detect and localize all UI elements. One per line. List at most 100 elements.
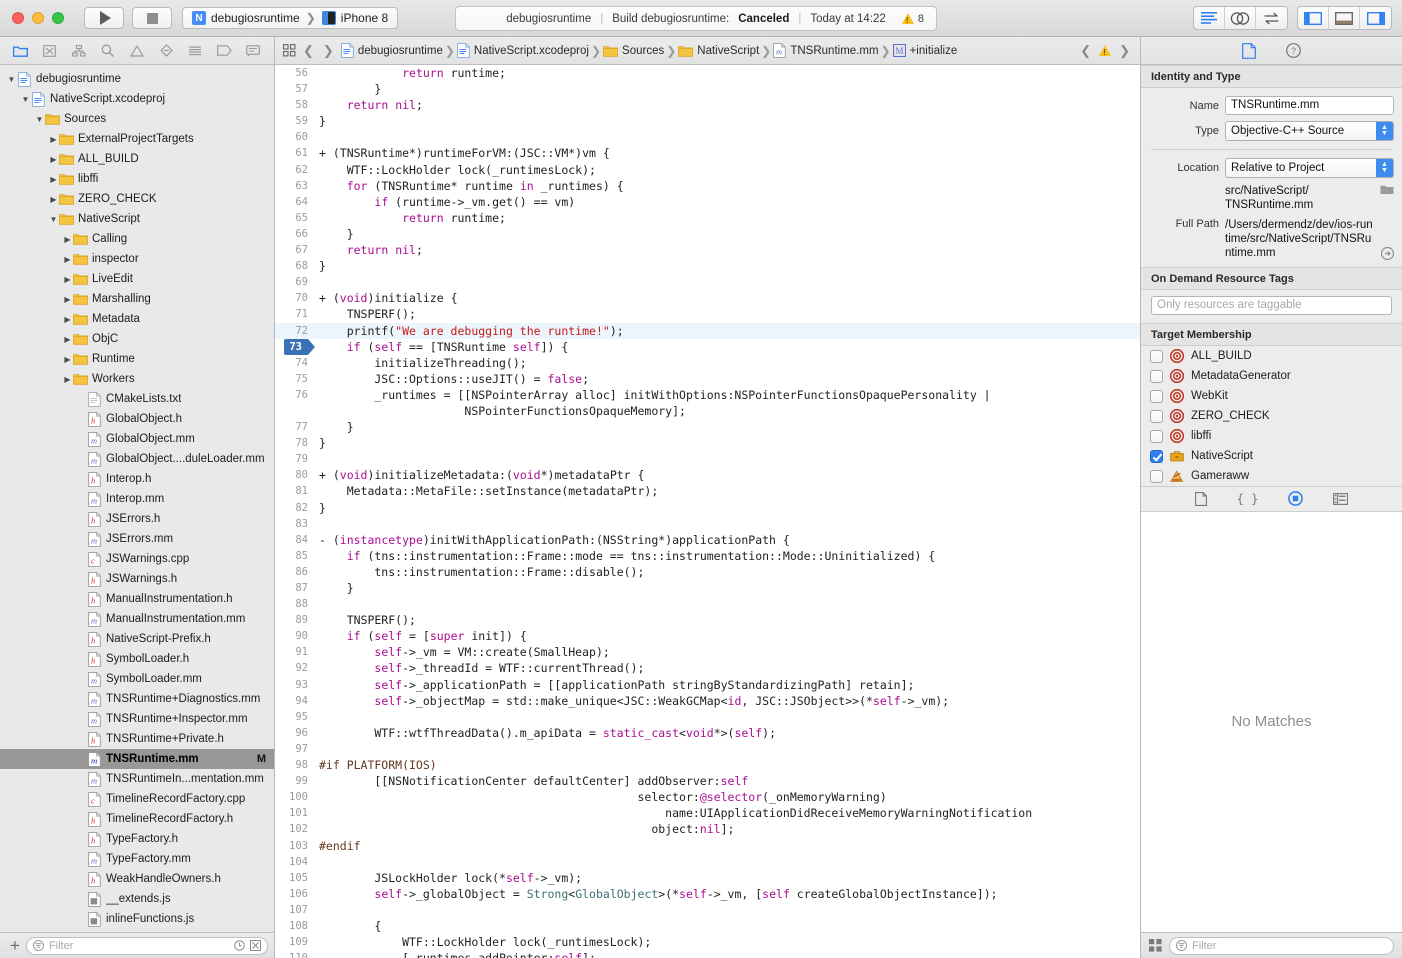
code-line[interactable]: 61+ (TNSRuntime*)runtimeForVM:(JSC::VM*)… [275, 145, 1140, 161]
disclosure-right-icon[interactable]: ▶ [62, 315, 73, 324]
target-membership-list[interactable]: ALL_BUILDMetadataGeneratorWebKitZERO_CHE… [1141, 346, 1402, 486]
navigator-row[interactable]: ▶ALL_BUILD [0, 149, 274, 169]
line-number[interactable]: 110 [275, 950, 315, 958]
disclosure-right-icon[interactable]: ▶ [62, 355, 73, 364]
line-number[interactable]: 101 [275, 805, 315, 821]
disclosure-down-icon[interactable]: ▼ [48, 215, 59, 224]
activity-status-bar[interactable]: debugiosruntime | Build debugiosruntime:… [455, 6, 937, 31]
target-checkbox[interactable] [1150, 470, 1163, 483]
target-checkbox[interactable] [1150, 370, 1163, 383]
line-number[interactable]: 58 [275, 97, 315, 113]
code-line[interactable]: 90 if (self = [super init]) { [275, 628, 1140, 644]
version-editor-icon[interactable] [1256, 7, 1287, 29]
breakpoint-marker[interactable]: 73 [275, 339, 315, 355]
code-line[interactable]: 87 } [275, 580, 1140, 596]
report-icon[interactable] [243, 42, 263, 60]
code-line[interactable]: 62 WTF::LockHolder lock(_runtimesLock); [275, 162, 1140, 178]
line-number[interactable]: 86 [275, 564, 315, 580]
navigator-row[interactable]: ▶Workers [0, 369, 274, 389]
line-number[interactable]: 70 [275, 290, 315, 306]
code-line[interactable]: 97 [275, 741, 1140, 757]
location-select[interactable]: Relative to Project ▲▼ [1225, 158, 1394, 178]
line-number[interactable]: 67 [275, 242, 315, 258]
line-number[interactable]: 100 [275, 789, 315, 805]
stop-button[interactable] [132, 7, 172, 29]
odr-tags-field[interactable]: Only resources are taggable [1151, 296, 1392, 315]
navigator-row[interactable]: mManualInstrumentation.mm [0, 609, 274, 629]
previous-issue-button[interactable]: ❮ [1078, 43, 1093, 59]
code-line[interactable]: 104 [275, 854, 1140, 870]
issue-icon[interactable] [127, 42, 147, 60]
code-line[interactable]: 73 if (self == [TNSRuntime self]) { [275, 339, 1140, 355]
line-number[interactable]: 64 [275, 194, 315, 210]
code-line[interactable]: 106 self->_globalObject = Strong<GlobalO… [275, 886, 1140, 902]
navigator-row[interactable]: CMakeLists.txt [0, 389, 274, 409]
navigator-row[interactable]: __extends.js [0, 889, 274, 909]
navigator-filter-field[interactable]: Filter [26, 937, 268, 955]
code-line[interactable]: 101 name:UIApplicationDidReceiveMemoryWa… [275, 805, 1140, 821]
line-number[interactable]: 77 [275, 419, 315, 435]
code-line[interactable]: 65 return runtime; [275, 210, 1140, 226]
run-button[interactable] [84, 7, 124, 29]
navigator-row[interactable]: cTimelineRecordFactory.cpp [0, 789, 274, 809]
minimize-window-button[interactable] [32, 12, 44, 24]
breadcrumb-item[interactable]: debugiosruntime [341, 43, 443, 58]
code-line[interactable]: 58 return nil; [275, 97, 1140, 113]
line-number[interactable]: 91 [275, 644, 315, 660]
code-line[interactable]: 107 [275, 902, 1140, 918]
target-checkbox[interactable] [1150, 410, 1163, 423]
toggle-debug-area-icon[interactable] [1329, 7, 1360, 29]
object-library-icon[interactable] [1288, 491, 1303, 506]
code-line[interactable]: 82} [275, 500, 1140, 516]
code-line[interactable]: 74 initializeThreading(); [275, 355, 1140, 371]
target-membership-row[interactable]: Gameraww [1141, 466, 1402, 486]
line-number[interactable]: 61 [275, 145, 315, 161]
line-number[interactable]: 78 [275, 435, 315, 451]
navigator-row[interactable]: mSymbolLoader.mm [0, 669, 274, 689]
warning-triangle-icon[interactable] [1099, 45, 1111, 56]
target-membership-row[interactable]: NativeScript [1141, 446, 1402, 466]
code-line[interactable]: 108 { [275, 918, 1140, 934]
code-line[interactable]: 99 [[NSNotificationCenter defaultCenter]… [275, 773, 1140, 789]
code-line[interactable]: 102 object:nil]; [275, 821, 1140, 837]
assistant-editor-icon[interactable] [1225, 7, 1256, 29]
back-button[interactable]: ❮ [301, 43, 316, 59]
target-membership-row[interactable]: WebKit [1141, 386, 1402, 406]
navigator-row[interactable]: cJSWarnings.cpp [0, 549, 274, 569]
line-number[interactable]: 81 [275, 483, 315, 499]
line-number[interactable]: 92 [275, 660, 315, 676]
source-control-icon[interactable] [40, 42, 60, 60]
related-items-icon[interactable] [283, 44, 296, 57]
code-line[interactable]: 93 self->_applicationPath = [[applicatio… [275, 677, 1140, 693]
breadcrumb-item[interactable]: mTNSRuntime.mm [773, 43, 878, 58]
line-number[interactable]: 56 [275, 65, 315, 81]
navigator-row[interactable]: ▶inspector [0, 249, 274, 269]
disclosure-right-icon[interactable]: ▶ [62, 235, 73, 244]
code-line[interactable]: 63 for (TNSRuntime* runtime in _runtimes… [275, 178, 1140, 194]
target-membership-row[interactable]: MetadataGenerator [1141, 366, 1402, 386]
line-number[interactable]: 87 [275, 580, 315, 596]
line-number[interactable]: 63 [275, 178, 315, 194]
scheme-selector[interactable]: N debugiosruntime ❯ iPhone 8 [182, 7, 398, 29]
code-line[interactable]: 91 self->_vm = VM::create(SmallHeap); [275, 644, 1140, 660]
code-line[interactable]: 86 tns::instrumentation::Frame::disable(… [275, 564, 1140, 580]
line-number[interactable]: 68 [275, 258, 315, 274]
target-membership-row[interactable]: libffi [1141, 426, 1402, 446]
code-line[interactable]: 78} [275, 435, 1140, 451]
navigator-row[interactable]: hTNSRuntime+Private.h [0, 729, 274, 749]
line-number[interactable]: 79 [275, 451, 315, 467]
disclosure-down-icon[interactable]: ▼ [6, 75, 17, 84]
line-number[interactable]: 102 [275, 821, 315, 837]
line-number[interactable]: 60 [275, 129, 315, 145]
disclosure-right-icon[interactable]: ▶ [62, 375, 73, 384]
line-number[interactable]: 83 [275, 516, 315, 532]
navigator-row[interactable]: mGlobalObject.mm [0, 429, 274, 449]
line-number[interactable]: 74 [275, 355, 315, 371]
disclosure-right-icon[interactable]: ▶ [62, 255, 73, 264]
code-line[interactable]: 83 [275, 516, 1140, 532]
code-line[interactable]: 60 [275, 129, 1140, 145]
line-number[interactable]: 88 [275, 596, 315, 612]
disclosure-right-icon[interactable]: ▶ [48, 175, 59, 184]
navigator-row[interactable]: ▼NativeScript [0, 209, 274, 229]
navigator-row[interactable]: hTimelineRecordFactory.h [0, 809, 274, 829]
